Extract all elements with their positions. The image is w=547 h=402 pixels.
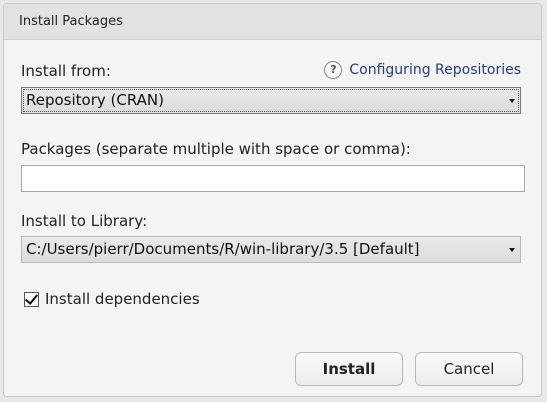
dropdown-arrow-icon — [509, 99, 515, 103]
install-from-selected: Repository (CRAN) — [26, 91, 165, 109]
install-button[interactable]: Install — [295, 352, 403, 386]
cancel-button[interactable]: Cancel — [415, 352, 523, 386]
install-from-select[interactable]: Repository (CRAN) — [21, 87, 521, 114]
library-selected: C:/Users/pierr/Documents/R/win-library/3… — [26, 240, 420, 258]
packages-input[interactable] — [21, 165, 525, 192]
library-select[interactable]: C:/Users/pierr/Documents/R/win-library/3… — [21, 236, 521, 263]
configuring-repositories-help[interactable]: ? Configuring Repositories — [324, 61, 521, 79]
install-dependencies-label[interactable]: Install dependencies — [45, 290, 200, 308]
question-icon[interactable]: ? — [324, 61, 343, 79]
packages-label: Packages (separate multiple with space o… — [21, 140, 411, 158]
install-dependencies-row[interactable]: Install dependencies — [24, 290, 200, 308]
install-to-library-label: Install to Library: — [21, 212, 148, 230]
install-from-label: Install from: — [21, 62, 111, 80]
install-dependencies-checkbox[interactable] — [24, 291, 39, 307]
install-packages-dialog: Install Packages Install from: ? Configu… — [3, 3, 542, 397]
dropdown-arrow-icon — [509, 248, 515, 252]
configuring-repositories-link[interactable]: Configuring Repositories — [349, 62, 521, 78]
dialog-title: Install Packages — [4, 4, 541, 40]
